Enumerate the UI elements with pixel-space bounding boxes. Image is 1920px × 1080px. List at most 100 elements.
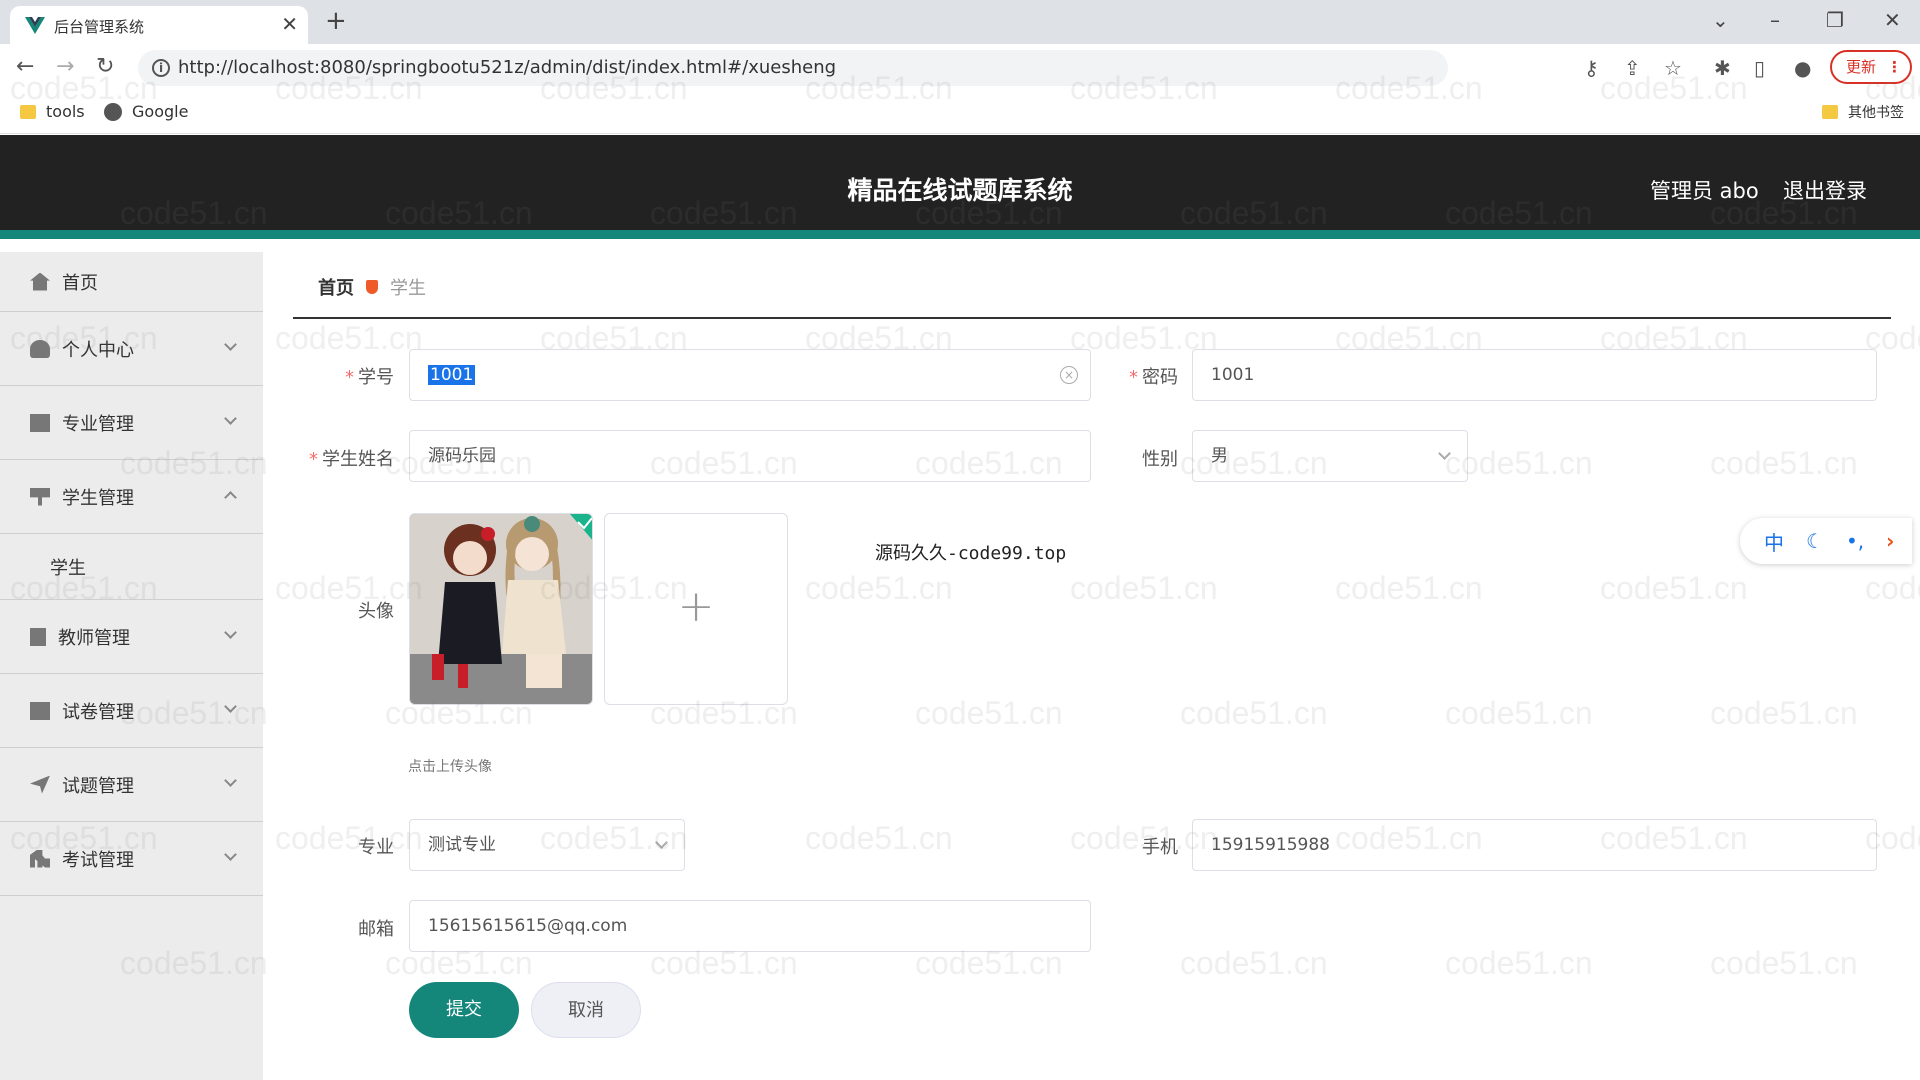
close-window-icon[interactable]: ✕ bbox=[1884, 6, 1901, 34]
user-icon bbox=[30, 339, 50, 358]
password-key-icon[interactable]: ⚷ bbox=[1584, 56, 1599, 80]
student-icon bbox=[30, 487, 50, 506]
watermark-text: code51.cn bbox=[1335, 570, 1483, 606]
bookmark-google-label: Google bbox=[132, 102, 189, 121]
document-icon bbox=[30, 627, 46, 646]
tab-title: 后台管理系统 bbox=[54, 18, 145, 36]
watermark-text: code51.cn bbox=[1180, 695, 1328, 731]
tab-close-icon[interactable]: ✕ bbox=[281, 12, 298, 36]
avatar-upload-area[interactable]: + bbox=[604, 513, 788, 705]
new-tab-button[interactable]: + bbox=[325, 6, 347, 36]
avatar-label-text: 头像 bbox=[358, 601, 394, 622]
chevron-down-icon bbox=[224, 774, 237, 787]
sidebar-subitem-student[interactable]: 学生 bbox=[0, 534, 263, 600]
sidebar-item-label: 学生 bbox=[50, 557, 86, 579]
briefcase-icon bbox=[30, 413, 50, 432]
update-button[interactable]: 更新 ⋮ bbox=[1830, 50, 1912, 84]
bookmark-star-icon[interactable]: ☆ bbox=[1664, 56, 1682, 80]
sidebar: 首页 个人中心 专业管理 学生管理 学生 教师管理 试卷管理 试题管理 考试管理 bbox=[0, 252, 263, 1080]
chevron-right-icon[interactable]: › bbox=[1886, 529, 1894, 553]
watermark-text: code51.cn bbox=[1865, 570, 1920, 606]
sidebar-item-questions[interactable]: 试题管理 bbox=[0, 748, 263, 822]
sidebar-item-label: 试卷管理 bbox=[62, 701, 134, 723]
extensions-icon[interactable]: ✱ bbox=[1714, 56, 1731, 80]
restore-icon[interactable]: ❐ bbox=[1826, 6, 1844, 34]
watermark-text: code51.cn bbox=[1180, 945, 1328, 981]
folder-icon bbox=[1822, 105, 1838, 119]
sidebar-item-profile[interactable]: 个人中心 bbox=[0, 312, 263, 386]
side-panel-icon[interactable]: ▯ bbox=[1754, 56, 1765, 80]
monitor-icon bbox=[30, 701, 50, 720]
chevron-down-icon bbox=[1438, 447, 1451, 460]
ime-language-toggle[interactable]: 中 bbox=[1764, 527, 1784, 556]
student-no-input[interactable]: 1001 × bbox=[409, 349, 1091, 401]
sidebar-item-label: 首页 bbox=[62, 272, 98, 294]
major-value: 测试专业 bbox=[428, 835, 496, 855]
student-no-value: 1001 bbox=[428, 365, 476, 385]
reload-icon[interactable]: ↻ bbox=[96, 54, 114, 80]
browser-tab[interactable]: 后台管理系统 ✕ bbox=[10, 6, 308, 44]
moon-icon[interactable]: ☾ bbox=[1806, 529, 1824, 553]
bookmarks-bar: tools Google 其他书签 bbox=[0, 92, 1920, 134]
avatar-illustration bbox=[410, 514, 592, 704]
chevron-down-icon bbox=[224, 338, 237, 351]
avatar-upload-hint: 点击上传头像 bbox=[408, 759, 492, 775]
send-icon bbox=[30, 775, 50, 794]
cancel-button[interactable]: 取消 bbox=[531, 982, 641, 1038]
menu-dots-icon: ⋮ bbox=[1887, 58, 1902, 76]
password-value: 1001 bbox=[1211, 365, 1255, 385]
submit-button[interactable]: 提交 bbox=[409, 982, 519, 1038]
home-icon bbox=[30, 272, 50, 291]
password-input[interactable]: 1001 bbox=[1192, 349, 1877, 401]
chevron-down-icon bbox=[655, 836, 668, 849]
chevron-up-icon bbox=[224, 491, 237, 504]
sidebar-item-papers[interactable]: 试卷管理 bbox=[0, 674, 263, 748]
major-label: 专业 bbox=[274, 833, 394, 859]
url-field[interactable]: i http://localhost:8080/springbootu521z/… bbox=[138, 50, 1448, 86]
major-select[interactable]: 测试专业 bbox=[409, 819, 685, 871]
profile-icon[interactable]: ● bbox=[1794, 56, 1811, 80]
student-name-label: * 学生姓名 bbox=[274, 445, 394, 471]
sidebar-item-exams[interactable]: 考试管理 bbox=[0, 822, 263, 896]
phone-input[interactable]: 15915915988 bbox=[1192, 819, 1877, 871]
bookmark-tools[interactable]: tools bbox=[20, 102, 85, 121]
breadcrumb-home[interactable]: 首页 bbox=[318, 274, 354, 300]
chevron-down-icon bbox=[224, 848, 237, 861]
tab-search-icon[interactable]: ⌄ bbox=[1712, 6, 1729, 34]
watermark-text: code51.cn bbox=[1710, 945, 1858, 981]
breadcrumb-separator-icon bbox=[366, 280, 378, 294]
other-bookmarks-label: 其他书签 bbox=[1848, 105, 1904, 121]
address-bar: ← → ↻ i http://localhost:8080/springboot… bbox=[0, 44, 1920, 92]
other-bookmarks[interactable]: 其他书签 bbox=[1822, 102, 1904, 122]
folder-icon bbox=[20, 104, 36, 119]
header-accent-bar bbox=[0, 230, 1920, 239]
back-icon[interactable]: ← bbox=[16, 54, 34, 80]
sidebar-item-teachers[interactable]: 教师管理 bbox=[0, 600, 263, 674]
email-input[interactable]: 15615615615@qq.com bbox=[409, 900, 1091, 952]
source-watermark-text: 源码久久-code99.top bbox=[875, 543, 1067, 564]
ime-toolbar[interactable]: 中 ☾ •, › bbox=[1740, 518, 1912, 564]
sidebar-item-home[interactable]: 首页 bbox=[0, 252, 263, 312]
gender-select[interactable]: 男 bbox=[1192, 430, 1468, 482]
watermark-text: code51.cn bbox=[275, 320, 423, 356]
site-info-icon[interactable]: i bbox=[152, 59, 170, 77]
watermark-text: code51.cn bbox=[915, 695, 1063, 731]
watermark-text: code51.cn bbox=[805, 570, 953, 606]
avatar-image[interactable] bbox=[409, 513, 593, 705]
punctuation-icon[interactable]: •, bbox=[1846, 529, 1864, 553]
logout-link[interactable]: 退出登录 bbox=[1783, 175, 1867, 205]
student-name-input[interactable]: 源码乐园 bbox=[409, 430, 1091, 482]
sidebar-item-major[interactable]: 专业管理 bbox=[0, 386, 263, 460]
sidebar-item-students[interactable]: 学生管理 bbox=[0, 460, 263, 534]
bookmark-google[interactable]: Google bbox=[104, 102, 188, 121]
breadcrumb-current: 学生 bbox=[390, 278, 426, 299]
bar-chart-icon bbox=[30, 849, 50, 868]
share-icon[interactable]: ⇪ bbox=[1624, 56, 1641, 80]
forward-icon[interactable]: → bbox=[56, 54, 74, 80]
sidebar-item-label: 试题管理 bbox=[62, 775, 134, 797]
required-marker: * bbox=[1129, 367, 1138, 388]
gender-value: 男 bbox=[1211, 446, 1228, 466]
minimize-icon[interactable]: – bbox=[1770, 6, 1780, 34]
browser-tab-bar: 后台管理系统 ✕ + ⌄ – ❐ ✕ bbox=[0, 0, 1920, 44]
sidebar-item-label: 学生管理 bbox=[62, 487, 134, 509]
